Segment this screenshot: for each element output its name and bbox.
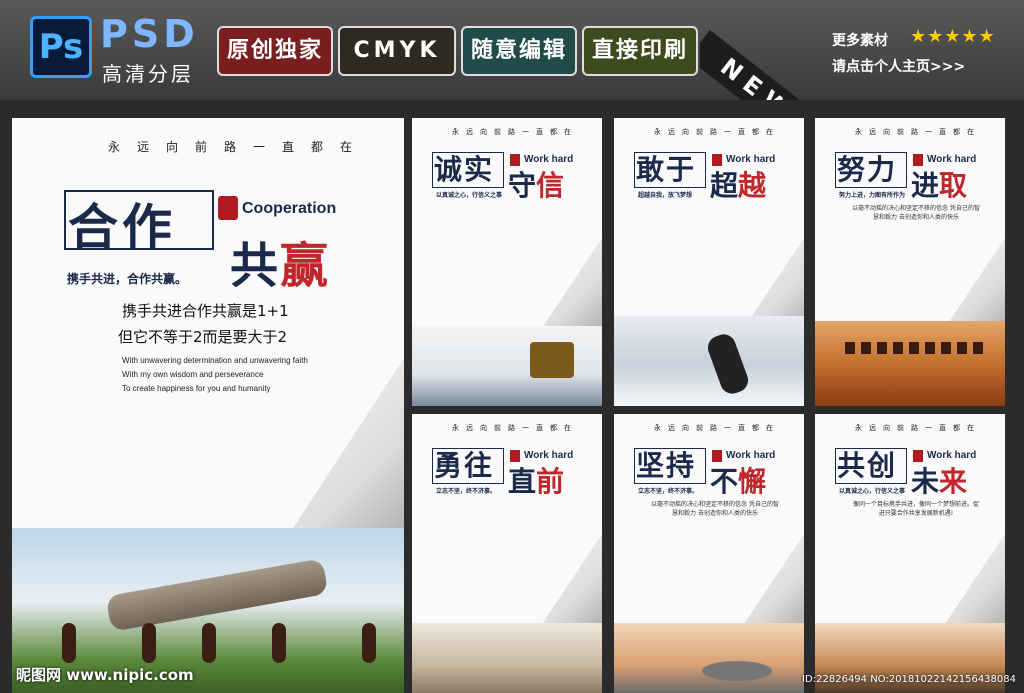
ant-icon [142,623,156,663]
poster-vertical-line: 永远向前路一直都在 [452,424,578,432]
poster-line-1: 携手共进合作共赢是1+1 [122,302,289,320]
photoshop-logo-icon: Ps [30,16,92,78]
poster-vertical-line: 永远向前路一直都在 [654,424,780,432]
top-banner: Ps PSD 高清分层 原创独家 CMYK 随意编辑 直接印刷 NEW 更多素材… [0,0,1024,100]
poster-english-title: Cooperation [242,200,337,217]
poster-forward: 永远向前路一直都在 勇往 Work hard 直前 立志不坚，终不济事。 [412,414,602,693]
ant-icon [62,623,76,663]
poster-body-text: 像同一个目标携手共进，像同一个梦想前进。促进只要合作共享发展新机遇! [852,501,979,517]
poster-english-line-1: With unwavering determination and unwave… [122,356,308,365]
poster-title-char-2: 越 [738,169,767,202]
poster-title-char-1: 不 [710,465,739,498]
poster-title-char-2: 取 [939,169,968,202]
poster-title-char-2: 来 [939,465,968,498]
stone-image [702,661,772,681]
poster-title-b: 守信 [508,164,564,204]
balance-stone-photo [614,623,804,693]
poster-vertical-line: 永远向前路一直都在 [855,128,981,136]
poster-slogan: 以真诚之心，行信义之事 [436,192,503,199]
poster-title-char-2: 赢 [280,238,331,294]
camel-caravan-image [845,342,985,354]
psd-label: PSD [100,12,199,56]
desert-photo [815,321,1005,406]
skier-image [704,331,752,397]
poster-slogan: 超越自我，放飞梦想 [638,192,693,199]
poster-title-char-2: 信 [536,169,565,202]
poster-slogan: 以真诚之心，行信义之事 [839,488,906,495]
psd-subtitle: 高清分层 [102,62,194,86]
poster-slogan: 立志不坚，终不济事。 [638,488,699,495]
more-materials-label: 更多素材 [832,33,888,49]
poster-english-line-2: With my own wisdom and perseverance [122,370,264,379]
poster-title-b: 进取 [911,164,967,204]
poster-line-2: 但它不等于2而是要大于2 [118,328,288,346]
poster-title-b: 未来 [911,460,967,500]
poster-vertical-line: 永远向前路一直都在 [108,140,370,154]
poster-title-a: 敢于 [636,153,697,186]
poster-title-a: 共创 [837,449,898,482]
badge-cmyk: CMYK [338,26,456,76]
badge-original: 原创独家 [217,26,333,76]
poster-title-b: 不懈 [710,460,766,500]
badge-editable: 随意编辑 [461,26,577,76]
ant-icon [362,623,376,663]
rating-stars-icon: ★★★★★ [910,26,996,47]
log-image [105,558,329,632]
poster-slogan: 努力上进，力图有所作为 [839,192,906,199]
red-seal-icon [218,196,238,220]
homepage-link[interactable]: 请点击个人主页>>> [832,56,965,76]
poster-title-char-1: 未 [911,465,940,498]
poster-title-char-2: 懈 [738,465,767,498]
poster-title-part1: 合作 [68,198,176,257]
poster-title-b: 直前 [508,460,564,500]
watermark-id: ID:22826494 NO:20181022142156438084 [802,674,1016,685]
landscape-photo [412,326,602,406]
watermark-site: 昵图网 www.nipic.com [16,666,194,684]
poster-title-char-2: 前 [536,465,565,498]
poster-title-a: 勇往 [434,449,495,482]
poster-slogan: 携手共进，合作共赢。 [67,272,188,286]
poster-persist: 永远向前路一直都在 坚持 Work hard 不懈 立志不坚，终不济事。 以毫不… [614,414,804,693]
poster-title-char-1: 超 [710,169,739,202]
poster-body-text: 以毫不动摇的决心和坚定不移的信念 凭自己的智慧和毅力 去创造你和人类的快乐 [651,501,779,517]
poster-future: 永远向前路一直都在 共创 Work hard 未来 以真诚之心，行信义之事 像同… [815,414,1005,693]
poster-title-char-1: 共 [230,238,281,294]
poster-vertical-line: 永远向前路一直都在 [452,128,578,136]
poster-slogan: 立志不坚，终不济事。 [436,488,497,495]
bronze-tripod-image [530,342,574,378]
skier-photo [614,316,804,406]
poster-title-char-1: 直 [508,465,537,498]
poster-effort: 永远向前路一直都在 努力 Work hard 进取 努力上进，力图有所作为 以毫… [815,118,1005,406]
poster-english-line-3: To create happiness for you and humanity [122,384,271,393]
poster-title-a: 坚持 [636,449,697,482]
poster-title-a: 诚实 [434,153,495,186]
new-ribbon: NEW [700,0,830,100]
poster-surpass: 永远向前路一直都在 敢于 Work hard 超越 超越自我，放飞梦想 [614,118,804,406]
ant-icon [272,623,286,663]
poster-vertical-line: 永远向前路一直都在 [654,128,780,136]
stones-photo [412,623,602,693]
poster-title-a: 努力 [837,153,898,186]
poster-title-char-1: 守 [508,169,537,202]
main-poster: 永远向前路一直都在 合作 Cooperation 共赢 携手共进，合作共赢。 携… [12,118,404,693]
badge-print: 直接印刷 [582,26,698,76]
ant-icon [202,623,216,663]
poster-title-b: 超越 [710,164,766,204]
poster-vertical-line: 永远向前路一直都在 [855,424,981,432]
poster-honesty: 永远向前路一直都在 诚实 Work hard 守信 以真诚之心，行信义之事 [412,118,602,406]
poster-title-part2: 共赢 [230,226,330,296]
poster-title-char-1: 进 [911,169,940,202]
new-ribbon-label: NEW [700,30,829,100]
poster-body-text: 以毫不动摇的决心和坚定不移的信念 凭自己的智慧和毅力 去创造你和人类的快乐 [852,205,980,221]
